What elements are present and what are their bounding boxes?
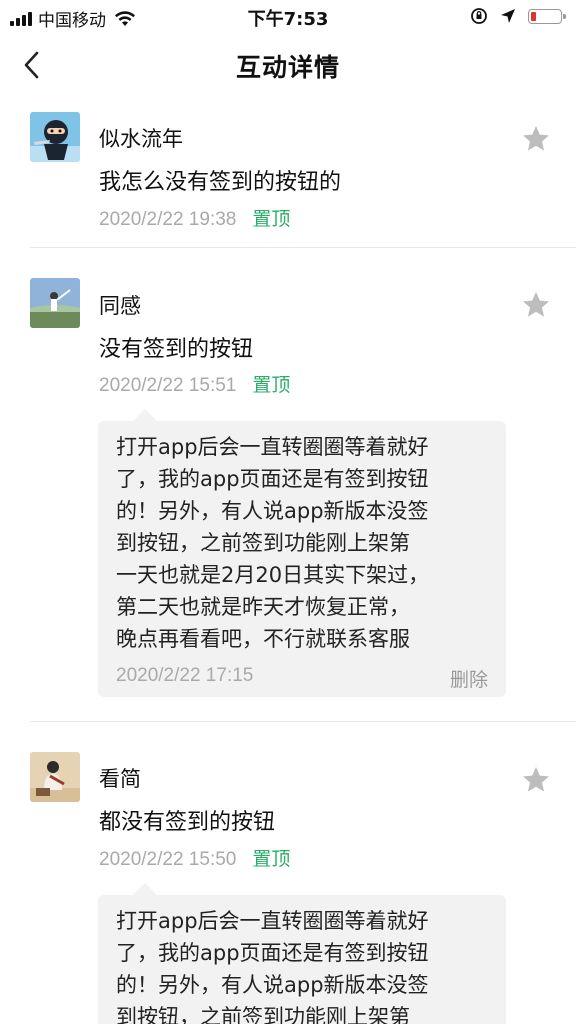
comment-time: 2020/2/22 19:38 — [99, 209, 237, 230]
star-button[interactable] — [521, 124, 551, 154]
nav-bar: 互动详情 — [0, 34, 576, 98]
star-button[interactable] — [521, 765, 551, 795]
comment-author[interactable]: 似水流年 — [99, 123, 183, 153]
painting-avatar-icon — [30, 752, 80, 802]
status-right — [470, 7, 566, 25]
reply-line: 到按钮，之前签到功能刚上架第 — [116, 531, 410, 555]
delete-button[interactable]: 删除 — [450, 665, 488, 692]
reply-footer: 2020/2/22 17:15 删除 — [116, 661, 488, 697]
ninja-avatar-icon — [30, 112, 80, 162]
divider — [30, 247, 576, 248]
reply-bubble: 打开app后会一直转圈圈等着就好 了，我的app页面还是有签到按钮 的！另外，有… — [98, 883, 506, 1024]
page-title: 互动详情 — [235, 53, 340, 82]
comment-text: 都没有签到的按钮 — [99, 810, 276, 835]
reply-line: 的！另外，有人说app新版本没签 — [116, 499, 429, 523]
location-arrow-icon — [501, 9, 515, 23]
comment-meta: 2020/2/22 19:38 置顶 — [99, 204, 290, 231]
status-bar: 中国移动 下午7:53 — [0, 0, 576, 34]
reply-line: 了，我的app页面还是有签到按钮 — [116, 941, 429, 965]
orientation-lock-icon — [471, 8, 487, 24]
star-button[interactable] — [521, 290, 551, 320]
reply-bubble: 打开app后会一直转圈圈等着就好 了，我的app页面还是有签到按钮 的！另外，有… — [98, 409, 506, 697]
reply-line: 晚点再看看吧，不行就联系客服 — [116, 627, 410, 651]
comment-time: 2020/2/22 15:50 — [99, 849, 237, 870]
comment-author[interactable]: 同感 — [99, 290, 141, 320]
pin-button[interactable]: 置顶 — [252, 374, 290, 396]
reply-line: 第二天也就是昨天才恢复正常， — [116, 595, 410, 619]
battery-icon — [528, 8, 566, 24]
user-avatar[interactable] — [30, 752, 80, 802]
user-avatar[interactable] — [30, 278, 80, 328]
reply-line: 了，我的app页面还是有签到按钮 — [116, 467, 429, 491]
reply-line: 到按钮，之前签到功能刚上架第 — [116, 1005, 410, 1024]
outdoor-photo-avatar-icon — [30, 278, 80, 328]
comment-meta: 2020/2/22 15:50 置顶 — [99, 844, 290, 871]
pin-button[interactable]: 置顶 — [252, 208, 290, 230]
comment-meta: 2020/2/22 15:51 置顶 — [99, 370, 290, 397]
star-icon — [523, 292, 549, 317]
reply-line: 打开app后会一直转圈圈等着就好 — [116, 909, 429, 933]
comment-text: 没有签到的按钮 — [99, 337, 254, 362]
comment-author[interactable]: 看简 — [99, 763, 141, 793]
reply-line: 一天也就是2月20日其实下架过， — [116, 563, 430, 587]
battery-level — [531, 11, 536, 21]
star-icon — [523, 126, 549, 151]
reply-line: 的！另外，有人说app新版本没签 — [116, 973, 429, 997]
divider — [30, 721, 576, 722]
reply-time: 2020/2/22 17:15 — [116, 665, 254, 686]
comment-time: 2020/2/22 15:51 — [99, 375, 237, 396]
reply-line: 打开app后会一直转圈圈等着就好 — [116, 435, 429, 459]
user-avatar[interactable] — [30, 112, 80, 162]
comment-text: 我怎么没有签到的按钮的 — [99, 170, 342, 195]
pin-button[interactable]: 置顶 — [252, 848, 290, 870]
star-icon — [523, 767, 549, 792]
